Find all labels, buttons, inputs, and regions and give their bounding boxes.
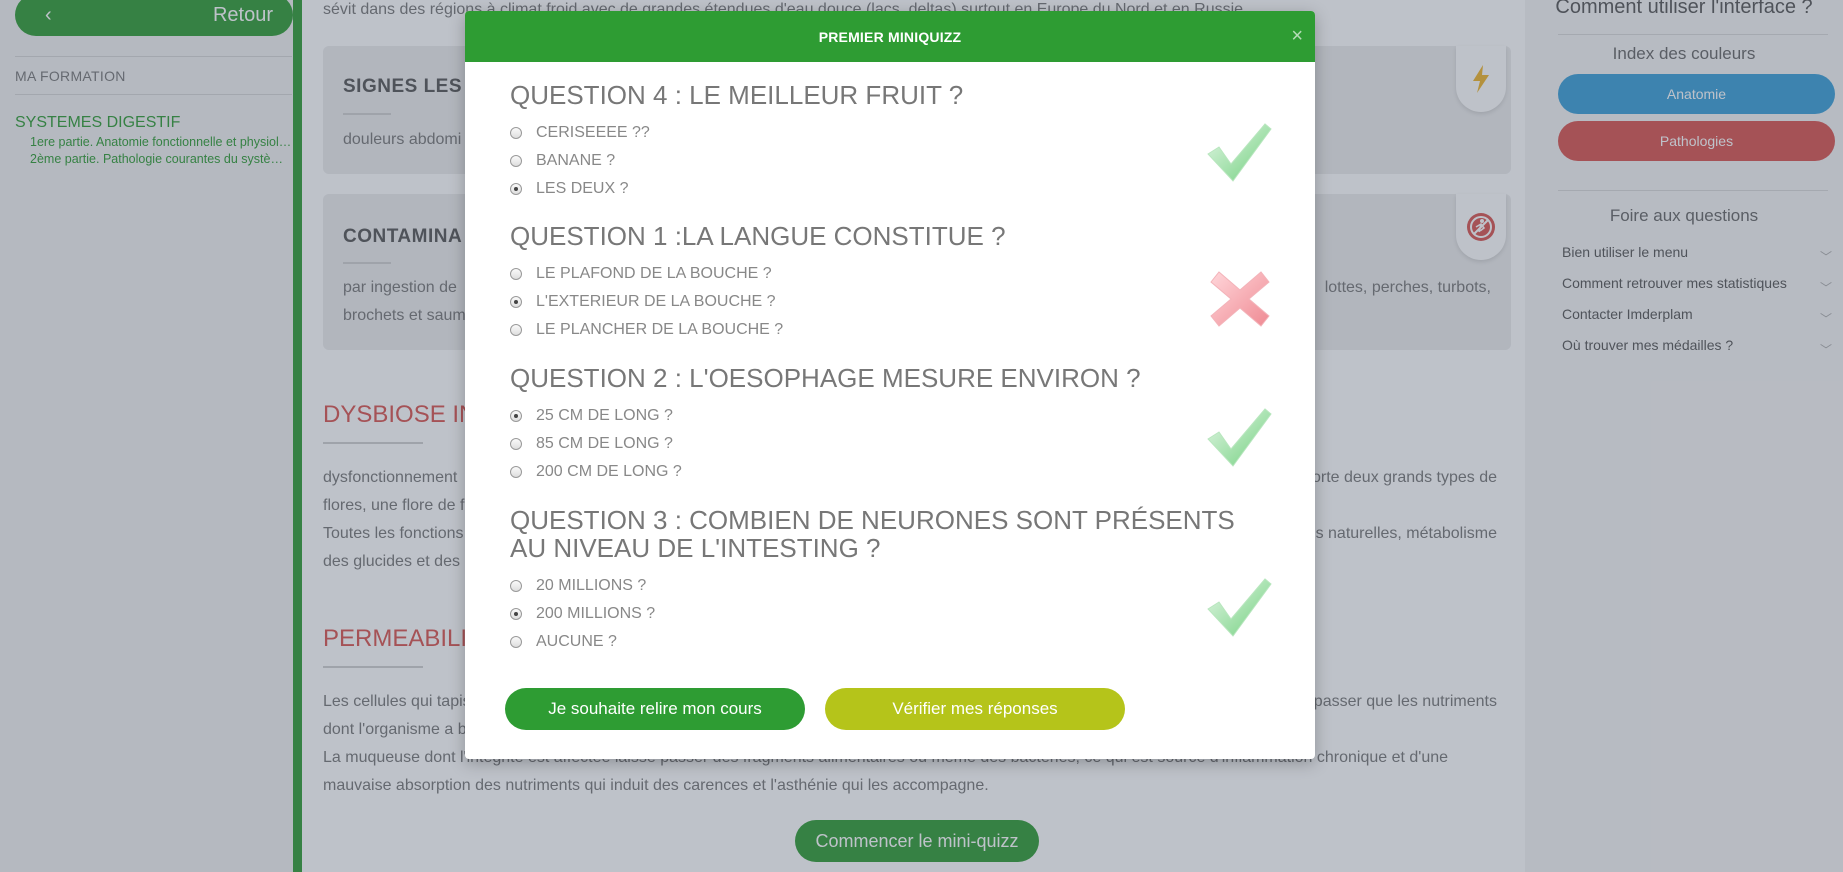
answer-option[interactable]: 20 MILLIONS ? (510, 572, 1270, 600)
radio-button[interactable] (510, 296, 522, 308)
answer-option[interactable]: 25 CM DE LONG ? (510, 402, 1270, 430)
reread-course-button[interactable]: Je souhaite relire mon cours (505, 688, 805, 730)
radio-button[interactable] (510, 438, 522, 450)
question-block: QUESTION 2 : L'OESOPHAGE MESURE ENVIRON … (510, 364, 1270, 486)
question-block: QUESTION 3 : COMBIEN DE NEURONES SONT PR… (510, 506, 1270, 656)
radio-button[interactable] (510, 324, 522, 336)
option-label: L'EXTERIEUR DE LA BOUCHE ? (536, 293, 776, 310)
answer-option[interactable]: LE PLANCHER DE LA BOUCHE ? (510, 316, 1270, 344)
option-label: 85 CM DE LONG ? (536, 435, 673, 452)
radio-button[interactable] (510, 608, 522, 620)
answer-option[interactable]: BANANE ? (510, 147, 1270, 175)
answer-option[interactable]: CERISEEEE ?? (510, 119, 1270, 147)
radio-button[interactable] (510, 636, 522, 648)
radio-button[interactable] (510, 410, 522, 422)
option-label: 25 CM DE LONG ? (536, 407, 673, 424)
radio-button[interactable] (510, 580, 522, 592)
check-icon (1207, 123, 1272, 182)
question-title: QUESTION 3 : COMBIEN DE NEURONES SONT PR… (510, 505, 1235, 563)
question-title: QUESTION 1 :LA LANGUE CONSTITUE ? (510, 221, 1006, 251)
option-label: 20 MILLIONS ? (536, 577, 647, 594)
radio-button[interactable] (510, 183, 522, 195)
quiz-modal: PREMIER MINIQUIZZ × QUESTION 4 : LE MEIL… (465, 11, 1315, 759)
verify-answers-button[interactable]: Vérifier mes réponses (825, 688, 1125, 730)
radio-button[interactable] (510, 466, 522, 478)
question-title: QUESTION 4 : LE MEILLEUR FRUIT ? (510, 80, 964, 110)
answer-option[interactable]: LE PLAFOND DE LA BOUCHE ? (510, 260, 1270, 288)
answer-option[interactable]: 85 CM DE LONG ? (510, 430, 1270, 458)
option-label: LE PLANCHER DE LA BOUCHE ? (536, 321, 784, 338)
answer-option[interactable]: AUCUNE ? (510, 628, 1270, 656)
modal-title: PREMIER MINIQUIZZ (818, 28, 962, 45)
question-block: QUESTION 1 :LA LANGUE CONSTITUE ? LE PLA… (510, 222, 1270, 344)
radio-button[interactable] (510, 155, 522, 167)
option-label: LES DEUX ? (536, 180, 629, 197)
answer-option[interactable]: LES DEUX ? (510, 175, 1270, 203)
question-block: QUESTION 4 : LE MEILLEUR FRUIT ? CERISEE… (510, 81, 1270, 203)
option-label: BANANE ? (536, 152, 616, 169)
radio-button[interactable] (510, 268, 522, 280)
answer-option[interactable]: 200 CM DE LONG ? (510, 458, 1270, 486)
answer-option[interactable]: L'EXTERIEUR DE LA BOUCHE ? (510, 288, 1270, 316)
option-label: LE PLAFOND DE LA BOUCHE ? (536, 265, 772, 282)
close-icon[interactable]: × (1291, 25, 1303, 48)
modal-header: PREMIER MINIQUIZZ (465, 11, 1315, 62)
check-icon (1207, 408, 1272, 467)
option-label: 200 CM DE LONG ? (536, 463, 682, 480)
cross-icon (1210, 271, 1270, 327)
question-title: QUESTION 2 : L'OESOPHAGE MESURE ENVIRON … (510, 363, 1141, 393)
radio-button[interactable] (510, 127, 522, 139)
answer-option[interactable]: 200 MILLIONS ? (510, 600, 1270, 628)
option-label: CERISEEEE ?? (536, 124, 650, 141)
check-icon (1207, 578, 1272, 637)
option-label: AUCUNE ? (536, 633, 617, 650)
option-label: 200 MILLIONS ? (536, 605, 656, 622)
